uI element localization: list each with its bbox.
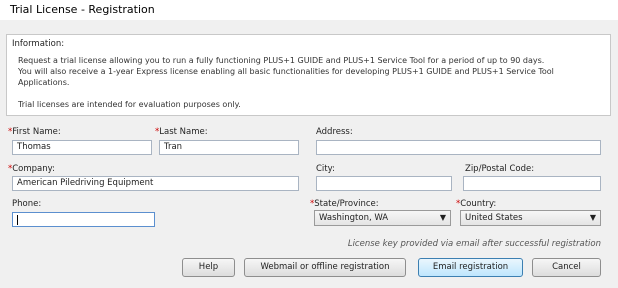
state-select-value: Washington, WA — [319, 213, 389, 223]
help-button[interactable]: Help — [182, 258, 235, 277]
city-field[interactable] — [316, 176, 452, 191]
zip-label: Zip/Postal Code: — [465, 164, 535, 174]
country-label: *Country: — [456, 199, 497, 209]
information-heading: Information: — [12, 39, 65, 49]
license-key-hint: License key provided via email after suc… — [347, 239, 601, 249]
country-select-value: United States — [465, 213, 523, 223]
chevron-down-icon: ▼ — [439, 213, 446, 222]
zip-field[interactable] — [463, 176, 601, 191]
company-field[interactable]: American Piledriving Equipment — [12, 176, 299, 191]
webmail-offline-registration-button[interactable]: Webmail or offline registration — [244, 258, 406, 277]
address-label: Address: — [316, 127, 353, 137]
state-label: *State/Province: — [310, 199, 379, 209]
info-text-line-3: Applications. — [18, 78, 70, 87]
window-title: Trial License - Registration — [10, 3, 155, 16]
first-name-label: *First Name: — [8, 127, 61, 137]
text-cursor — [17, 215, 18, 225]
email-registration-button[interactable]: Email registration — [418, 258, 523, 277]
company-label: *Company: — [8, 164, 55, 174]
title-bar: Trial License - Registration — [0, 0, 618, 20]
address-field[interactable] — [316, 140, 601, 155]
first-name-field[interactable]: Thomas — [12, 140, 152, 155]
last-name-field[interactable]: Tran — [159, 140, 299, 155]
phone-field[interactable] — [12, 212, 155, 227]
info-text-line-4: Trial licenses are intended for evaluati… — [18, 100, 241, 109]
phone-label: Phone: — [12, 199, 42, 209]
cancel-button[interactable]: Cancel — [532, 258, 601, 277]
last-name-label: *Last Name: — [155, 127, 208, 137]
country-select[interactable]: United States ▼ — [460, 210, 601, 226]
chevron-down-icon: ▼ — [589, 213, 596, 222]
city-label: City: — [316, 164, 335, 174]
info-text-line-1: Request a trial license allowing you to … — [18, 56, 545, 65]
state-select[interactable]: Washington, WA ▼ — [314, 210, 451, 226]
info-text-line-2: You will also receive a 1-year Express l… — [18, 67, 554, 76]
registration-dialog: Trial License - Registration Information… — [0, 0, 618, 288]
